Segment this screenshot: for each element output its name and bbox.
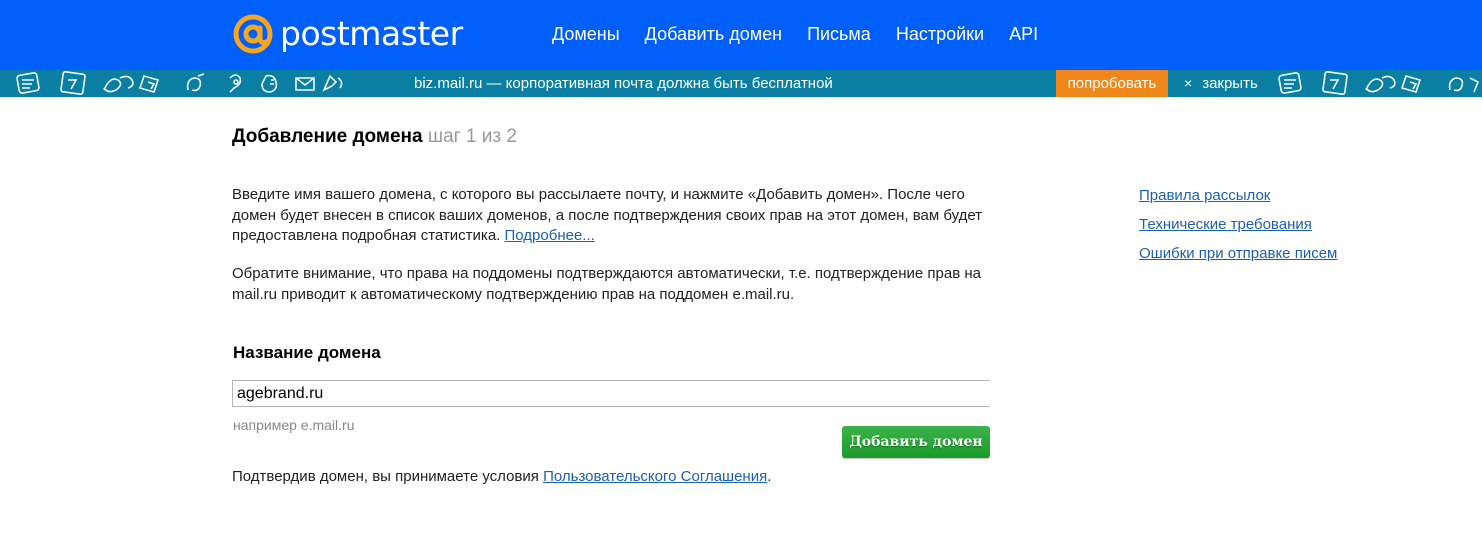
close-label: закрыть — [1202, 75, 1258, 92]
agreement-text: Подтвердив домен, вы принимаете условия … — [232, 467, 771, 487]
logo-text: postmaster — [280, 14, 463, 53]
user-agreement-link[interactable]: Пользовательского Соглашения — [543, 468, 767, 485]
page-title: Добавление домена шаг 1 из 2 — [232, 125, 517, 149]
nav-settings[interactable]: Настройки — [896, 22, 984, 46]
sidebar-link-sending-errors[interactable]: Ошибки при отправке писем — [1139, 244, 1337, 264]
add-domain-button[interactable]: Добавить домен — [842, 426, 990, 458]
domain-name-label: Название домена — [233, 343, 381, 362]
doodle-icons-decoration — [16, 71, 343, 95]
sidebar-link-mailing-rules[interactable]: Правила рассылок — [1139, 186, 1337, 206]
sidebar-links: Правила рассылок Технические требования … — [1139, 186, 1337, 264]
at-sign-icon — [233, 14, 273, 54]
nav-add-domain[interactable]: Добавить домен — [645, 22, 782, 46]
header: postmaster Домены Добавить домен Письма … — [0, 0, 1482, 70]
promo-banner: biz.mail.ru — корпоративная почта должна… — [0, 70, 1482, 97]
subdomain-note: Обратите внимание, что права на поддомен… — [232, 265, 981, 303]
close-icon: × — [1184, 75, 1193, 91]
nav-domains[interactable]: Домены — [552, 22, 620, 46]
more-link[interactable]: Подробнее... — [505, 227, 595, 244]
agreement-suffix: . — [767, 468, 772, 485]
postmaster-logo[interactable]: postmaster — [232, 12, 463, 56]
page-title-main: Добавление домена — [232, 126, 423, 147]
try-button[interactable]: попробовать — [1056, 70, 1168, 97]
nav-api[interactable]: API — [1009, 22, 1038, 46]
promo-text: biz.mail.ru — корпоративная почта должна… — [414, 75, 833, 92]
nav-letters[interactable]: Письма — [807, 22, 871, 46]
intro-text: Введите имя вашего домена, с которого вы… — [232, 186, 983, 244]
page-title-step: шаг 1 из 2 — [427, 126, 517, 147]
doodle-icons-decoration-right — [1278, 71, 1480, 95]
close-promo-link[interactable]: × закрыть — [1184, 74, 1258, 93]
domain-hint: например e.mail.ru — [233, 417, 355, 433]
sidebar-link-tech-requirements[interactable]: Технические требования — [1139, 215, 1337, 235]
main-nav: Домены Добавить домен Письма Настройки A… — [552, 22, 1038, 46]
domain-input[interactable] — [232, 380, 990, 407]
intro-paragraph: Введите имя вашего домена, с которого вы… — [232, 185, 992, 247]
agreement-prefix: Подтвердив домен, вы принимаете условия — [232, 468, 539, 485]
